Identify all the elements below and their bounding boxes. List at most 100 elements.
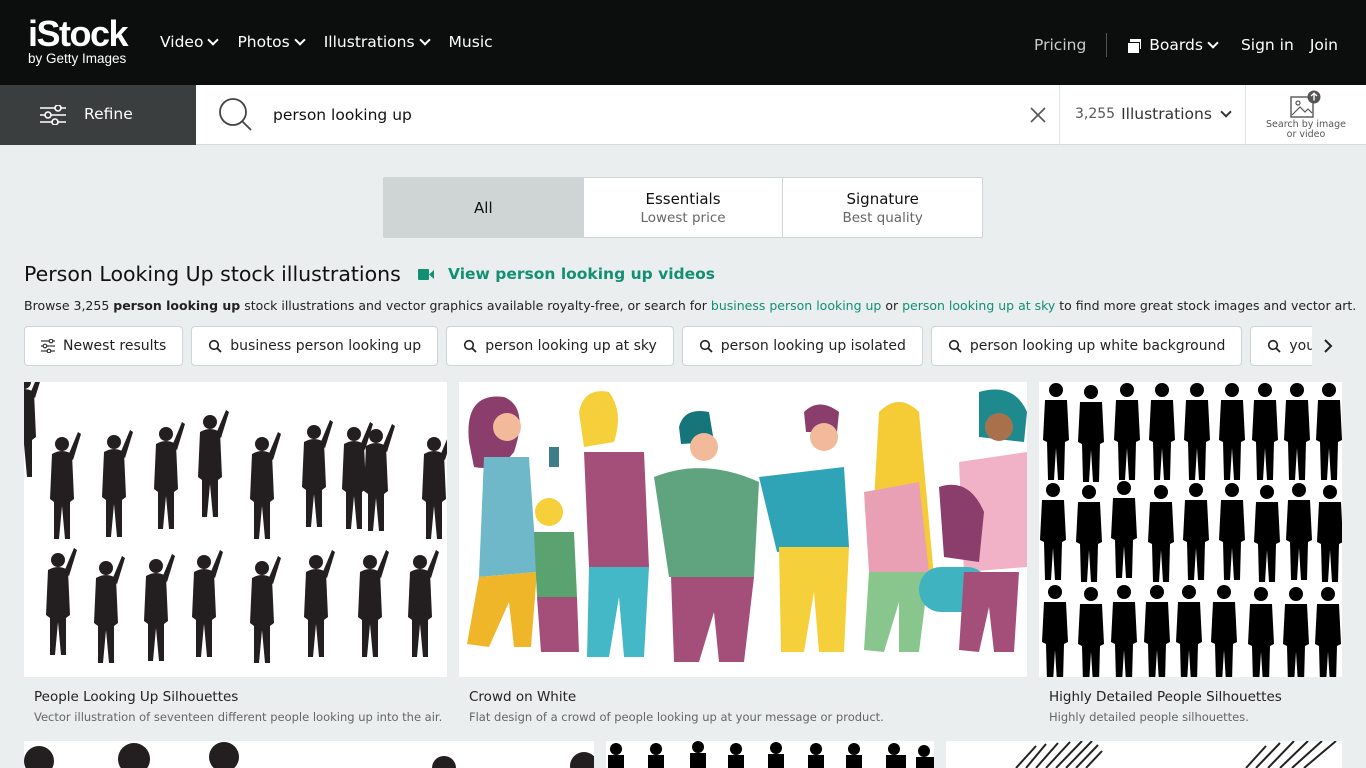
search-icon: [699, 339, 713, 353]
result-card[interactable]: Crowd on White Flat design of a crowd of…: [459, 382, 1027, 724]
chevron-down-icon: [1207, 36, 1219, 49]
related-searches-chips: Newest results business person looking u…: [24, 326, 1312, 366]
chip-label: business person looking up: [230, 338, 422, 354]
chip-label: Newest results: [63, 338, 167, 354]
result-title[interactable]: Highly Detailed People Silhouettes: [1049, 689, 1282, 705]
top-navigation-bar: iStock by Getty Images Video Photos Illu…: [0, 0, 1366, 85]
browse-text: Browse 3,255: [24, 298, 114, 313]
people-silhouettes-illustration: [1040, 383, 1342, 677]
join-link[interactable]: Join: [1310, 36, 1338, 54]
result-thumbnail[interactable]: [24, 382, 447, 677]
divider: [1245, 85, 1246, 145]
logo-tagline: by Getty Images: [28, 51, 127, 66]
browse-text: to find more great stock images and vect…: [1055, 298, 1357, 313]
tab-title: Essentials: [645, 189, 721, 208]
result-card[interactable]: People Looking Up Silhouettes Vector ill…: [24, 382, 447, 724]
result-thumbnail[interactable]: [1039, 382, 1342, 677]
result-thumbnail[interactable]: [946, 741, 1342, 768]
refine-label: Refine: [84, 105, 133, 123]
browse-text: or: [881, 298, 903, 313]
sliders-icon: [41, 339, 55, 353]
chip-related-search[interactable]: business person looking up: [191, 326, 439, 366]
search-icon: [948, 339, 962, 353]
search-by-image-button[interactable]: Search by image or video: [1258, 90, 1354, 140]
logo-wordmark: iStock: [28, 13, 129, 54]
search-bar: Refine 3,255 Illustrations Search by ima…: [0, 85, 1366, 145]
boards-button[interactable]: Boards: [1127, 36, 1219, 54]
nav-video-label: Video: [160, 33, 204, 51]
search-icon: [464, 339, 477, 353]
chevron-down-icon: [1220, 105, 1232, 118]
nav-music-label: Music: [448, 33, 493, 51]
chevron-down-icon: [294, 33, 306, 46]
license-filter-tabs: All Essentials Lowest price Signature Be…: [383, 177, 983, 238]
page-title: Person Looking Up stock illustrations: [24, 262, 401, 286]
search-by-image-label-2: or video: [1286, 129, 1326, 140]
chip-related-search[interactable]: person looking up at sky: [446, 326, 674, 366]
silhouettes-illustration: [24, 742, 594, 768]
chip-related-search[interactable]: young person looking up: [1250, 326, 1312, 366]
media-type-label: Illustrations: [1121, 105, 1212, 123]
divider: [1059, 85, 1060, 145]
tab-title: Signature: [846, 189, 919, 208]
halftone-illustration: [1015, 741, 1337, 768]
chip-label: person looking up isolated: [720, 338, 906, 354]
main-nav: Video Photos Illustrations Music: [160, 33, 513, 51]
related-search-link[interactable]: business person looking up: [711, 298, 881, 313]
media-type-select[interactable]: 3,255 Illustrations: [1075, 105, 1232, 123]
tab-essentials[interactable]: Essentials Lowest price: [584, 178, 784, 237]
tab-subtitle: Lowest price: [640, 209, 726, 226]
crowd-illustration: [467, 389, 1027, 662]
nav-photos[interactable]: Photos: [237, 33, 306, 51]
browse-keyword: person looking up: [113, 298, 241, 313]
result-card[interactable]: Highly Detailed People Silhouettes Highl…: [1039, 382, 1342, 724]
tab-title: All: [474, 198, 493, 217]
chevron-right-icon[interactable]: [1316, 334, 1340, 358]
nav-music[interactable]: Music: [449, 33, 493, 51]
boards-label: Boards: [1149, 36, 1203, 54]
chevron-down-icon: [207, 33, 220, 46]
refine-button[interactable]: Refine: [0, 85, 196, 145]
result-thumbnail[interactable]: [24, 741, 594, 768]
chevron-down-icon: [418, 33, 431, 46]
image-upload-icon: [1290, 90, 1321, 118]
search-icon[interactable]: [218, 97, 254, 133]
pricing-link[interactable]: Pricing: [1034, 36, 1086, 54]
silhouettes-illustration: [24, 382, 447, 663]
search-icon: [209, 339, 222, 353]
nav-video[interactable]: Video: [160, 33, 220, 51]
silhouettes-illustration: [608, 741, 934, 768]
tab-all[interactable]: All: [384, 178, 584, 237]
chip-newest-results[interactable]: Newest results: [24, 326, 184, 366]
nav-illustrations-label: Illustrations: [323, 33, 415, 51]
search-icon: [1268, 339, 1281, 353]
result-thumbnail[interactable]: [459, 382, 1027, 677]
browse-description: Browse 3,255 person looking up stock ill…: [24, 298, 1356, 313]
sliders-icon: [40, 105, 66, 125]
sign-in-link[interactable]: Sign in: [1241, 36, 1294, 54]
chip-related-search[interactable]: person looking up isolated: [681, 326, 923, 366]
nav-illustrations[interactable]: Illustrations: [323, 33, 431, 51]
chip-label: person looking up at sky: [485, 338, 657, 354]
result-thumbnail[interactable]: [606, 741, 934, 768]
nav-divider: [1106, 33, 1108, 57]
result-description: Vector illustration of seventeen differe…: [34, 710, 443, 724]
related-search-link[interactable]: person looking up at sky: [902, 298, 1055, 313]
view-videos-link[interactable]: View person looking up videos: [418, 265, 715, 283]
boards-icon: [1127, 38, 1142, 54]
video-camera-icon: [418, 268, 434, 280]
result-description: Highly detailed people silhouettes.: [1049, 710, 1249, 724]
browse-text: stock illustrations and vector graphics …: [240, 298, 711, 313]
account-nav: Pricing Boards Sign in Join: [1034, 33, 1338, 57]
close-icon[interactable]: [1028, 105, 1048, 125]
tab-subtitle: Best quality: [842, 209, 923, 226]
result-title[interactable]: People Looking Up Silhouettes: [34, 689, 238, 705]
view-videos-label: View person looking up videos: [448, 265, 716, 283]
search-input[interactable]: [273, 103, 973, 127]
result-title[interactable]: Crowd on White: [469, 689, 576, 705]
istock-logo[interactable]: iStock by Getty Images: [28, 13, 129, 66]
chip-label: young person looking up: [1289, 338, 1312, 354]
chip-related-search[interactable]: person looking up white background: [930, 326, 1243, 366]
result-count: 3,255: [1075, 106, 1116, 122]
tab-signature[interactable]: Signature Best quality: [783, 178, 982, 237]
